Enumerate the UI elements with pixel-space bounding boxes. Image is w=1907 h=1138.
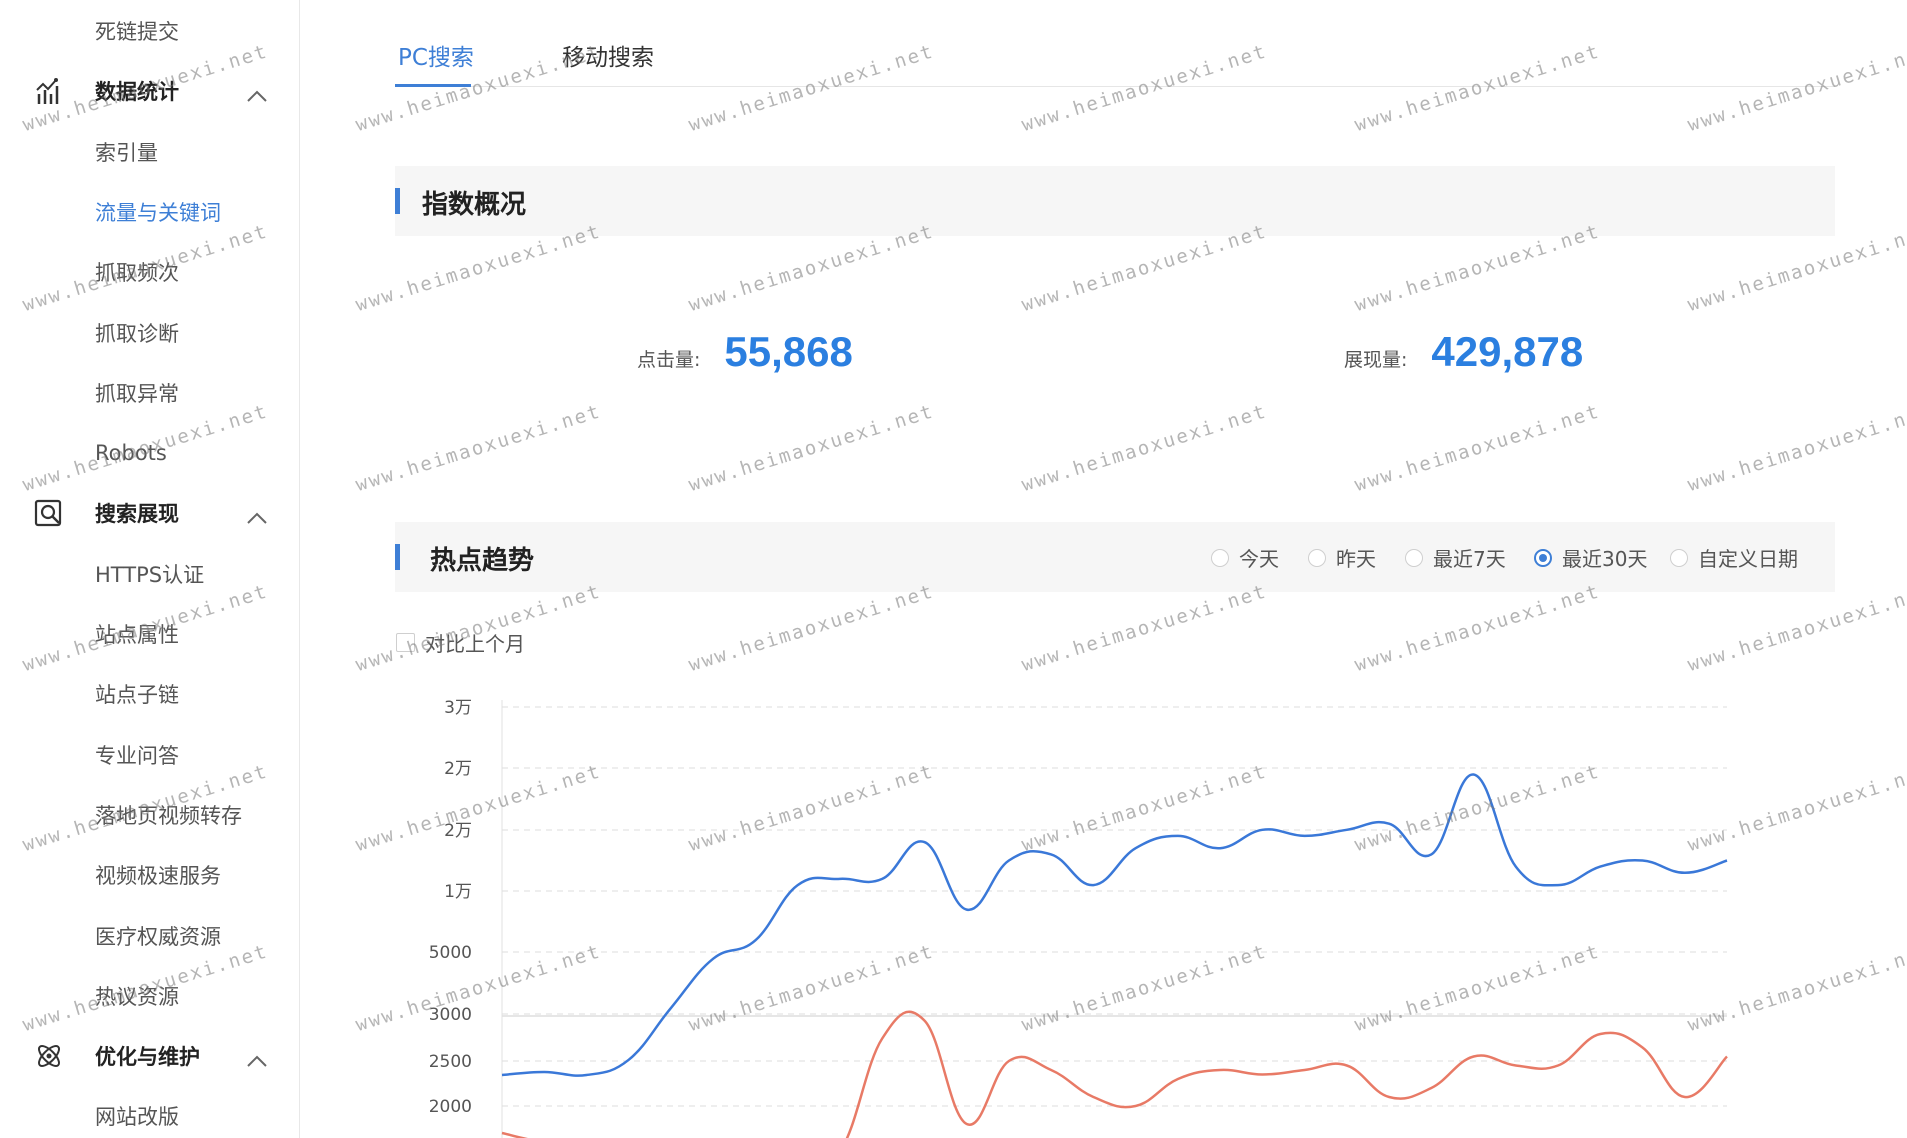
y-tick-label: 1万 xyxy=(444,882,472,902)
clicks-series-line xyxy=(501,1010,1728,1138)
y-tick-label: 5000 xyxy=(429,943,472,963)
trend-chart: 3万 2万 2万 1万 5000 3000 2500 2000 xyxy=(429,698,1728,1138)
y-tick-label: 2万 xyxy=(444,821,472,841)
y-tick-label: 2000 xyxy=(429,1097,472,1117)
y-tick-label: 3000 xyxy=(429,1005,472,1025)
y-tick-label: 2500 xyxy=(429,1052,472,1072)
y-tick-label: 3万 xyxy=(444,698,472,718)
impressions-series-line xyxy=(501,773,1728,1077)
y-tick-label: 2万 xyxy=(444,759,472,779)
